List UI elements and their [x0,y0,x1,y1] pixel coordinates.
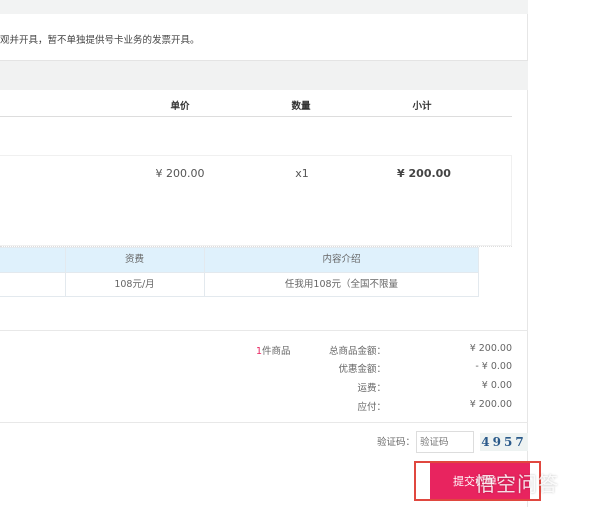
summary-value: ¥ 200.00 [469,343,512,354]
plan-fee: 108元/月 [114,279,155,290]
header-quantity: 数量 [291,101,311,112]
item-count-label: 件商品 [262,346,291,357]
summary-value: ¥ 200.00 [469,399,512,410]
header-subtotal: 小计 [412,101,432,112]
plan-header-fee: 资费 [124,254,144,265]
summary-value: ¥ 0.00 [481,380,512,391]
captcha-label: 验证码： [377,437,416,448]
divider [0,116,512,117]
summary-label: 优惠金额： [338,364,386,375]
item-unit-price: ¥ 200.00 [155,167,205,180]
item-count: 1件商品 [256,343,291,357]
plan-header-description: 内容介绍 [322,254,361,265]
captcha-input[interactable] [416,431,474,453]
summary-label: 应付： [357,402,386,413]
section-band [0,60,528,90]
header-unit-price: 单价 [170,101,190,112]
invoice-notice: 观并开具，暂不单独提供号卡业务的发票开具。 [0,35,200,46]
watermark: 悟空问答 [475,472,559,496]
divider [0,330,528,331]
item-quantity: x1 [295,167,309,180]
plan-description: 任我用108元（全国不限量 [284,279,399,290]
top-strip [0,0,528,14]
summary-value: - ¥ 0.00 [475,361,512,372]
divider [0,422,528,423]
summary-label: 运费： [357,383,386,394]
item-subtotal: ¥ 200.00 [397,167,451,180]
captcha-image[interactable]: 4957 [480,433,528,451]
summary-label: 总商品金额： [328,346,386,357]
